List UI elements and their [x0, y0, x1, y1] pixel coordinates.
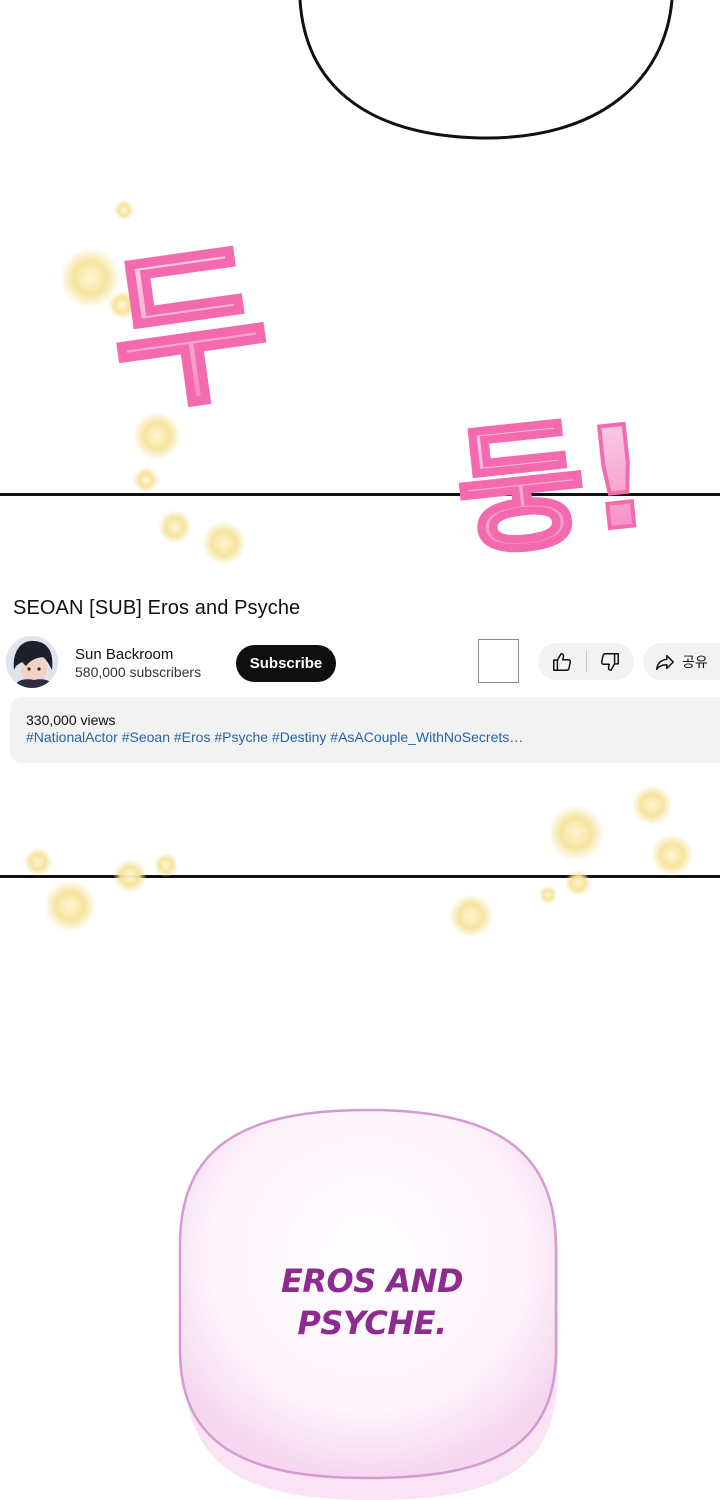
subscriber-count: 580,000 subscribers [75, 664, 202, 680]
dislike-icon [600, 652, 619, 671]
sfx-du: 두 [99, 222, 281, 440]
share-label: 공유 [682, 653, 708, 670]
bubble-line-1: EROS AND [281, 1262, 464, 1300]
dislike-button[interactable] [586, 643, 634, 680]
like-button[interactable] [538, 643, 586, 680]
channel-name[interactable]: Sun Backroom [75, 646, 173, 663]
bubble-line-2: PSYCHE. [297, 1304, 447, 1342]
panel-border-bottom [0, 875, 720, 878]
description-box[interactable]: 330,000 views #NationalActor #Seoan #Ero… [10, 697, 720, 763]
hashtags[interactable]: #NationalActor #Seoan #Eros #Psyche #Des… [26, 729, 591, 745]
sfx-dung: 둥! [449, 395, 658, 577]
bubble-dialogue: EROS AND PSYCHE. [262, 1260, 482, 1344]
view-count: 330,000 views [26, 712, 116, 728]
like-icon [553, 652, 572, 671]
like-dislike-group [538, 643, 634, 680]
share-icon [656, 654, 674, 670]
video-title[interactable]: SEOAN [SUB] Eros and Psyche [13, 597, 300, 620]
empty-checkbox[interactable] [478, 639, 519, 683]
share-button[interactable]: 공유 [643, 643, 720, 680]
subscribe-button[interactable]: Subscribe [236, 645, 336, 682]
avatar-image [6, 636, 58, 688]
top-speech-bubble [298, 0, 674, 140]
channel-avatar[interactable] [6, 636, 58, 688]
